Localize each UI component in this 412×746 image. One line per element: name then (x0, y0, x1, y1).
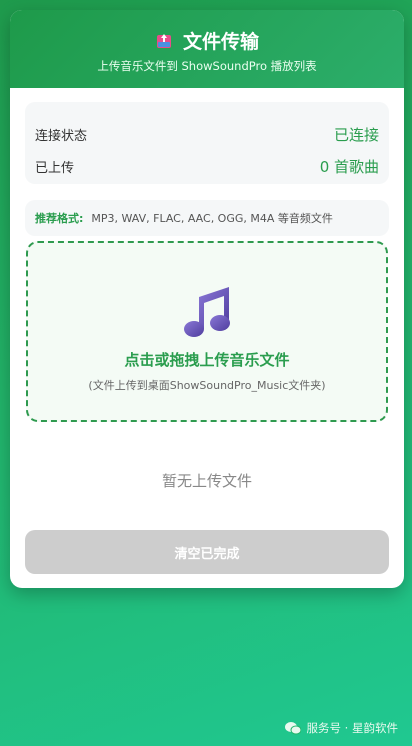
uploaded-count-label: 已上传 (35, 160, 75, 176)
dropzone-hint: (文件上传到桌面ShowSoundPro_Music文件夹) (88, 379, 326, 392)
status-panel: 连接状态 已连接 已上传 0 首歌曲 (25, 102, 389, 184)
connection-status-label: 连接状态 (35, 128, 88, 144)
music-note-icon (182, 283, 234, 339)
dropzone-title: 点击或拖拽上传音乐文件 (124, 351, 290, 369)
file-transfer-card: 文件传输 上传音乐文件到 ShowSoundPro 播放列表 连接状态 已连接 … (10, 10, 404, 588)
empty-list-message: 暂无上传文件 (161, 472, 252, 490)
formats-label: 推荐格式: (35, 212, 84, 225)
header: 文件传输 上传音乐文件到 ShowSoundPro 播放列表 (10, 10, 404, 88)
connection-status-value: 已连接 (333, 125, 379, 144)
uploaded-count-row: 已上传 0 首歌曲 (35, 154, 379, 178)
uploaded-count-value: 0 首歌曲 (319, 157, 379, 176)
footer: 服务号 · 星韵软件 (284, 720, 398, 736)
footer-text: 服务号 · 星韵软件 (306, 721, 398, 735)
connection-status-row: 连接状态 已连接 (35, 122, 379, 146)
clear-completed-button[interactable]: 清空已完成 (25, 530, 389, 574)
title-row: 文件传输 (10, 27, 404, 54)
wechat-icon (284, 721, 302, 735)
page-subtitle: 上传音乐文件到 ShowSoundPro 播放列表 (97, 59, 317, 73)
formats-text: MP3, WAV, FLAC, AAC, OGG, M4A 等音频文件 (91, 212, 333, 225)
book-upload-icon (155, 32, 173, 50)
upload-dropzone[interactable]: 点击或拖拽上传音乐文件 (文件上传到桌面ShowSoundPro_Music文件… (26, 241, 388, 422)
recommended-formats: 推荐格式: MP3, WAV, FLAC, AAC, OGG, M4A 等音频文… (25, 200, 389, 236)
page-title: 文件传输 (182, 31, 259, 53)
